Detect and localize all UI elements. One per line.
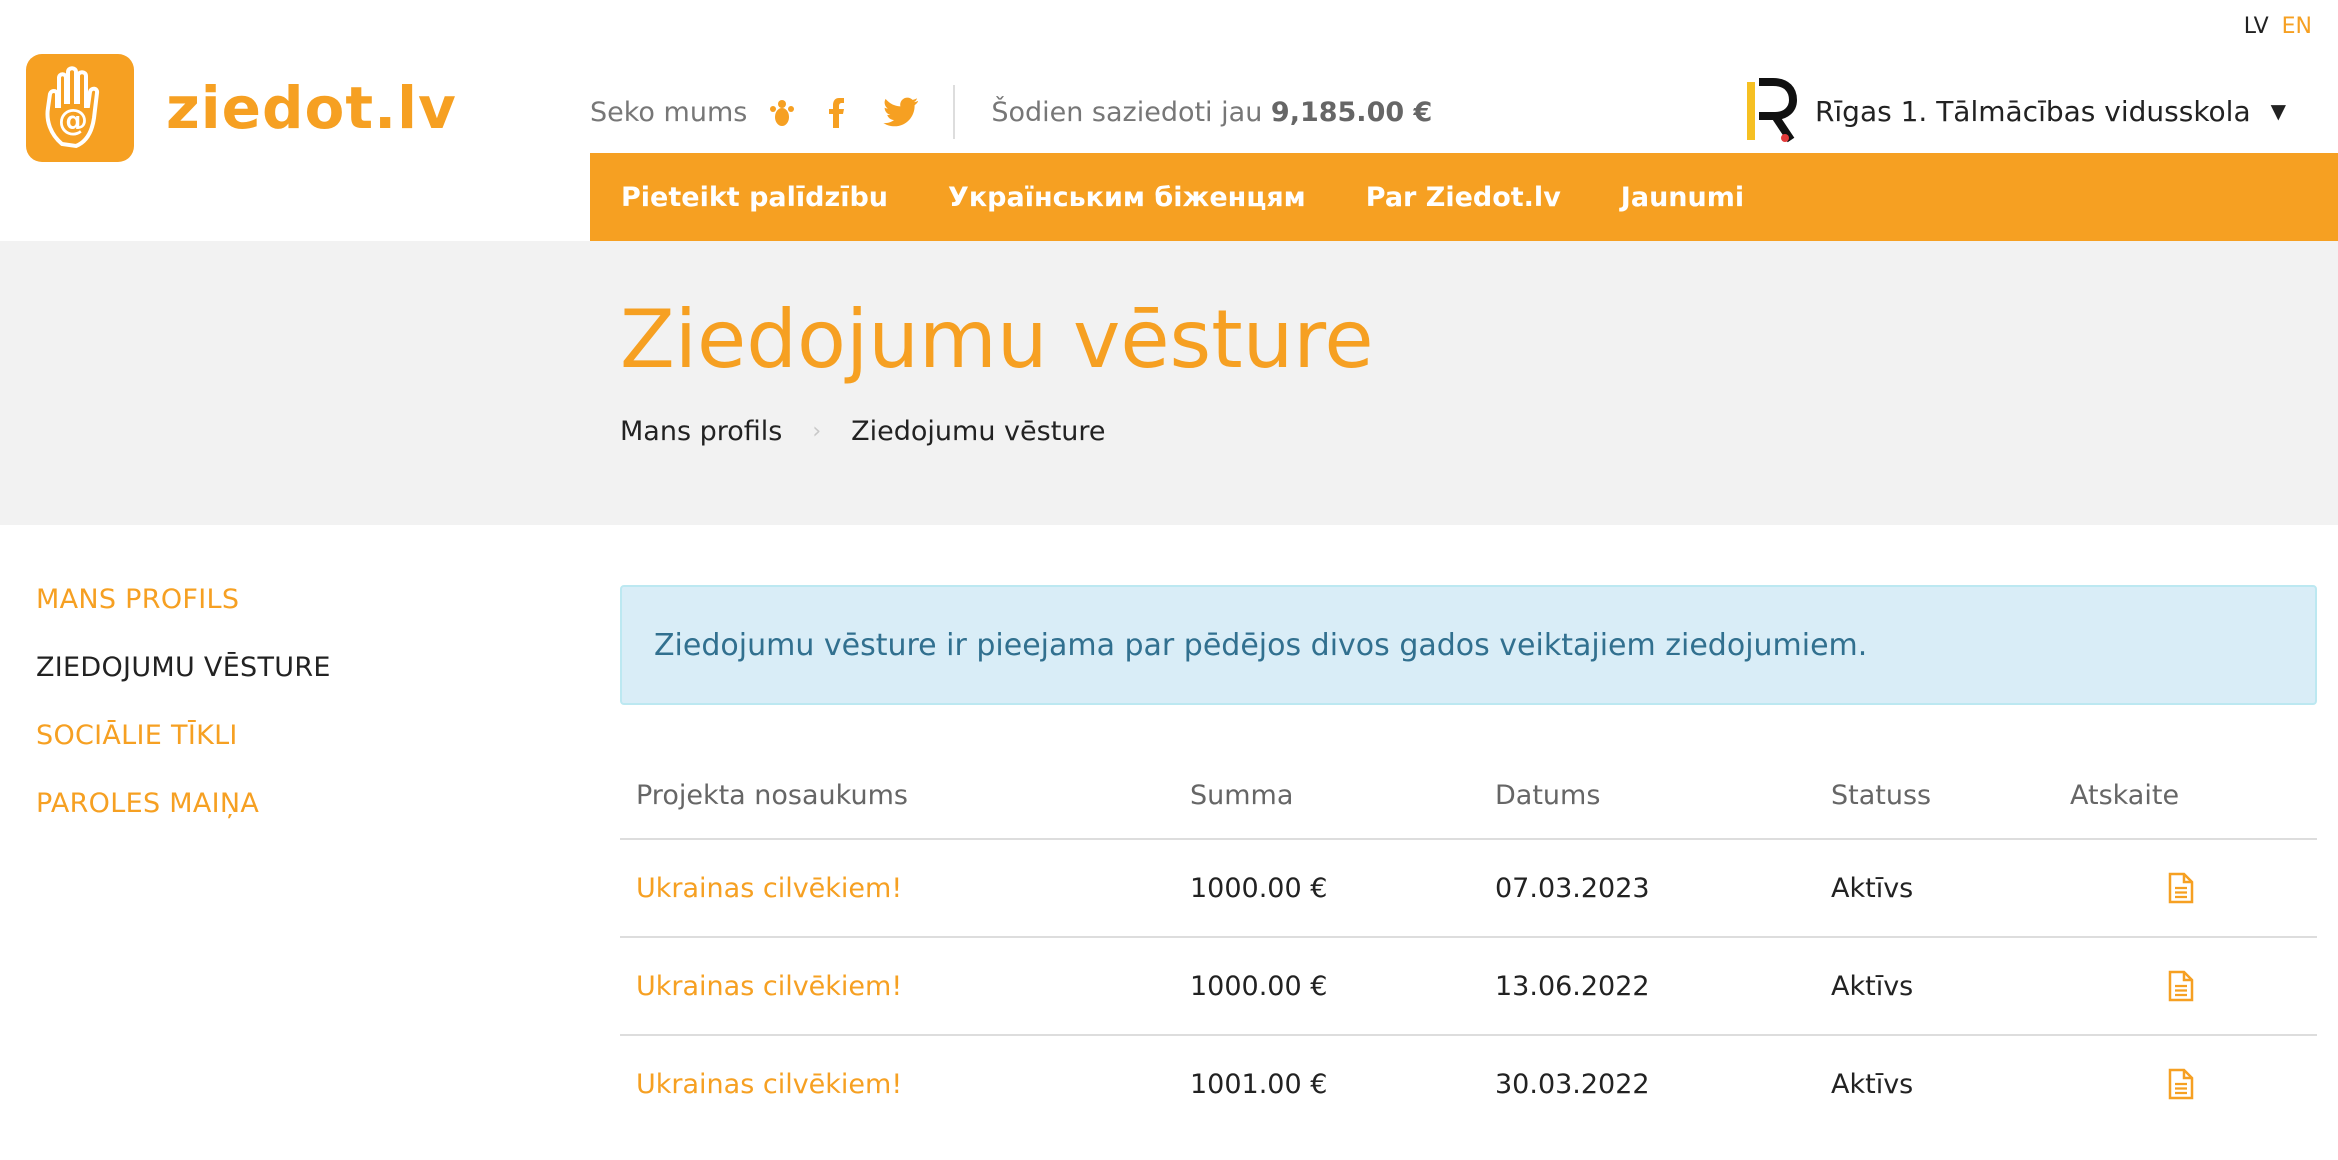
document-icon[interactable] [2168, 840, 2194, 936]
table-row: Ukrainas cilvēkiem! 1000.00 € 07.03.2023… [620, 838, 2317, 936]
nav-item-jaunumi[interactable]: Jaunumi [1621, 182, 1744, 213]
donation-status: Aktīvs [1831, 970, 1914, 1002]
column-header-report: Atskaite [2070, 779, 2180, 811]
counter-prefix: Šodien saziedoti jau [991, 96, 1263, 128]
donation-date: 07.03.2023 [1495, 872, 1650, 904]
breadcrumb-current: Ziedojumu vēsture [851, 416, 1106, 447]
site-logo[interactable]: @ ziedot.lv [26, 54, 457, 162]
document-icon[interactable] [2168, 1036, 2194, 1132]
project-link[interactable]: Ukrainas cilvēkiem! [636, 1036, 902, 1132]
project-link[interactable]: Ukrainas cilvēkiem! [636, 840, 902, 936]
donation-status: Aktīvs [1831, 1068, 1914, 1100]
follow-label: Seko mums [590, 96, 748, 128]
chevron-down-icon: ▼ [2270, 99, 2286, 123]
org-name: Rīgas 1. Tālmācības vidusskola [1814, 94, 2251, 128]
donation-history-table: Projekta nosaukums Summa Datums Statuss … [620, 752, 2317, 1132]
breadcrumb: Mans profils › Ziedojumu vēsture [620, 416, 1106, 447]
column-header-date: Datums [1495, 779, 1601, 811]
sidebar-item-ziedojumu-vesture[interactable]: ZIEDOJUMU VĒSTURE [36, 652, 331, 683]
nav-item-par-ziedot[interactable]: Par Ziedot.lv [1366, 182, 1561, 213]
project-link[interactable]: Ukrainas cilvēkiem! [636, 938, 902, 1034]
sidebar-item-socialie-tikli[interactable]: SOCIĀLIE TĪKLI [36, 720, 331, 751]
donation-amount: 1000.00 € [1190, 872, 1328, 904]
table-row: Ukrainas cilvēkiem! 1001.00 € 30.03.2022… [620, 1034, 2317, 1132]
page-title: Ziedojumu vēsture [620, 293, 1374, 386]
donation-amount: 1001.00 € [1190, 1068, 1328, 1100]
counter-amount: 9,185.00 € [1270, 96, 1433, 128]
draugiem-icon[interactable] [769, 97, 795, 127]
lang-en-link[interactable]: EN [2282, 14, 2312, 39]
org-logo-icon [1746, 78, 1797, 143]
main-nav: Pieteikt palīdzību Українським біженцям … [590, 153, 2338, 241]
nav-item-ukrainian-refugees[interactable]: Українським біженцям [948, 182, 1306, 213]
facebook-icon[interactable] [827, 96, 845, 128]
donation-status: Aktīvs [1831, 872, 1914, 904]
column-header-amount: Summa [1190, 779, 1294, 811]
lang-lv-link[interactable]: LV [2244, 14, 2269, 39]
table-header-row: Projekta nosaukums Summa Datums Statuss … [620, 752, 2317, 838]
info-alert: Ziedojumu vēsture ir pieejama par pēdējo… [620, 585, 2317, 705]
header-divider [953, 85, 956, 139]
twitter-icon[interactable] [883, 97, 919, 127]
language-switch: LV EN [2238, 14, 2312, 39]
column-header-status: Statuss [1831, 779, 1932, 811]
logo-text: ziedot.lv [166, 74, 457, 142]
chevron-right-icon: › [812, 419, 822, 444]
sidebar-item-mans-profils[interactable]: MANS PROFILS [36, 584, 331, 615]
svg-text:@: @ [58, 103, 88, 138]
breadcrumb-mans-profils[interactable]: Mans profils [620, 416, 782, 447]
donation-date: 13.06.2022 [1495, 970, 1650, 1002]
nav-item-pieteikt-palidzibu[interactable]: Pieteikt palīdzību [621, 182, 888, 213]
profile-sidebar: MANS PROFILS ZIEDOJUMU VĒSTURE SOCIĀLIE … [36, 584, 331, 856]
header-bar: Seko mums Šodien saziedoti jau 9,185.00 … [590, 84, 1432, 140]
column-header-project: Projekta nosaukums [636, 779, 908, 811]
donation-date: 30.03.2022 [1495, 1068, 1650, 1100]
donation-amount: 1000.00 € [1190, 970, 1328, 1002]
hand-at-icon: @ [26, 54, 134, 162]
table-row: Ukrainas cilvēkiem! 1000.00 € 13.06.2022… [620, 936, 2317, 1034]
document-icon[interactable] [2168, 938, 2194, 1034]
sidebar-item-paroles-maina[interactable]: PAROLES MAIŅA [36, 788, 331, 819]
donation-counter: Šodien saziedoti jau 9,185.00 € [991, 97, 1432, 128]
info-alert-text: Ziedojumu vēsture ir pieejama par pēdējo… [654, 627, 1868, 663]
org-selector[interactable]: Rīgas 1. Tālmācības vidusskola ▼ [1743, 78, 2286, 144]
